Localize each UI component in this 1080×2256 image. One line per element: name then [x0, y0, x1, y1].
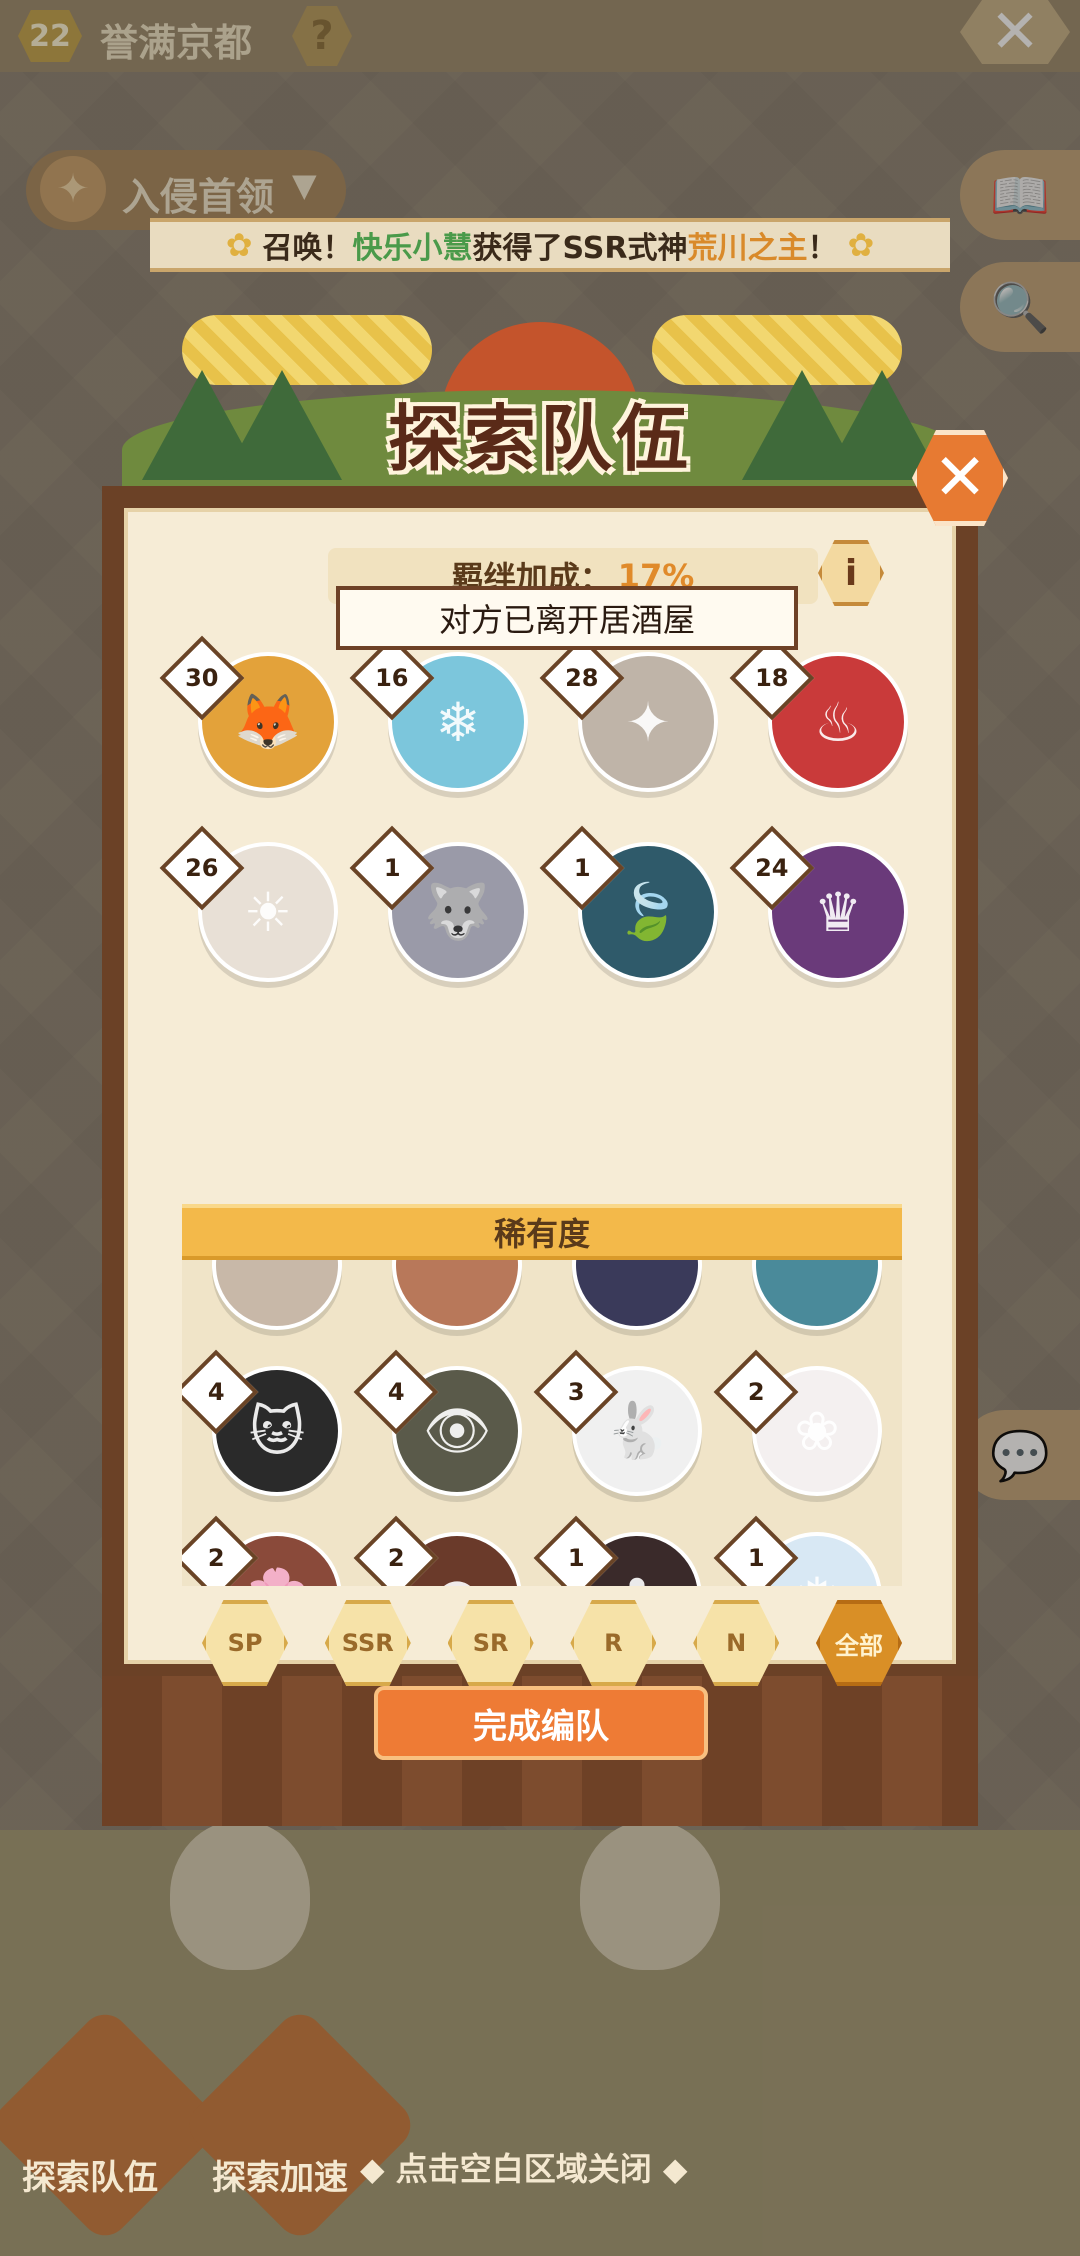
- team-shikigami-card[interactable]: ☀ 26: [159, 825, 358, 992]
- level-value: 1: [383, 853, 401, 882]
- team-shikigami-card[interactable]: 🐺 1: [349, 825, 548, 992]
- filter-sr-button[interactable]: SR: [447, 1600, 534, 1686]
- marquee-shikigami: 荒川之主: [687, 231, 808, 266]
- level-value: 16: [375, 664, 409, 692]
- marquee-middle: 获得了SSR式神: [472, 231, 688, 266]
- shikigami-portrait: [752, 1260, 882, 1330]
- filter-r-button[interactable]: R: [570, 1600, 657, 1686]
- team-shikigami-card[interactable]: ❄ 16: [349, 635, 548, 802]
- team-shikigami-card[interactable]: 🦊 30: [159, 635, 358, 802]
- cloud-decoration: [652, 315, 902, 385]
- scene-ground: [0, 1830, 1080, 2256]
- level-value: 2: [207, 1543, 225, 1572]
- level-value: 18: [755, 664, 789, 692]
- inventory-shikigami-card[interactable]: [542, 1260, 722, 1330]
- chevron-down-icon: ▼: [292, 166, 317, 204]
- close-hint[interactable]: ◆ 点击空白区域关闭 ◆: [360, 2144, 688, 2190]
- book-icon[interactable]: 📖: [960, 150, 1080, 240]
- inventory-shikigami-card[interactable]: [362, 1260, 542, 1330]
- team-shikigami-card[interactable]: ✦ 28: [539, 635, 738, 802]
- demon-icon: ✦: [40, 156, 106, 222]
- inventory-shikigami-card[interactable]: ❅1: [713, 1515, 902, 1586]
- cloud-decoration: [182, 315, 432, 385]
- level-value: 4: [207, 1377, 225, 1406]
- inventory-shikigami-card[interactable]: ✿1: [533, 1515, 722, 1586]
- daruma-icon: [170, 1820, 310, 1970]
- level-value: 28: [565, 664, 599, 692]
- search-icon[interactable]: 🔍: [960, 262, 1080, 352]
- inventory-shikigami-card[interactable]: ●2: [353, 1515, 542, 1586]
- level-badge: 22: [18, 10, 82, 62]
- team-shikigami-card[interactable]: ♛ 24: [729, 825, 928, 992]
- flower-icon: ✿: [225, 226, 253, 264]
- inventory-shikigami-card[interactable]: [722, 1260, 902, 1330]
- filter-sp-button[interactable]: SP: [202, 1600, 288, 1686]
- panel-content: 羁绊加成： 17% i 对方已离开居酒屋 🦊 30 ❄ 16 ✦ 28 ♨ 18 ☀ 26 🐺 1 🍃 1…: [124, 508, 956, 1686]
- shikigami-portrait: [392, 1260, 522, 1330]
- marquee-prefix: 召唤！: [262, 231, 353, 266]
- invade-label: 入侵首领: [122, 175, 275, 219]
- level-value: 1: [573, 853, 591, 882]
- level-value: 24: [755, 854, 789, 882]
- finish-team-button[interactable]: 完成编队: [374, 1686, 708, 1760]
- shikigami-inventory[interactable]: 🐱4👁4🐇3❀2🌸2●2✿1❅1☠1♦1◆1✓♠1: [182, 1260, 902, 1586]
- marquee-player: 快乐小慧: [352, 231, 473, 266]
- team-shikigami-card[interactable]: ♨ 18: [729, 635, 928, 802]
- shikigami-portrait: [572, 1260, 702, 1330]
- inventory-grid: 🐱4👁4🐇3❀2🌸2●2✿1❅1☠1♦1◆1✓♠1: [182, 1260, 902, 1586]
- level-value: 26: [185, 854, 219, 882]
- explore-speed-label: 探索加速: [212, 2158, 348, 2198]
- modal-title: 探索队伍: [387, 397, 692, 481]
- level-value: 3: [567, 1377, 585, 1406]
- level-value: 4: [387, 1377, 405, 1406]
- inventory-shikigami-card[interactable]: ❀ 2: [713, 1349, 902, 1496]
- level-value: 2: [387, 1543, 405, 1572]
- level-value: 1: [567, 1543, 585, 1572]
- announcement-marquee: ✿ 召唤！ 快乐小慧 获得了SSR式神 荒川之主 ！ ✿: [150, 218, 950, 272]
- level-value: 30: [185, 664, 219, 692]
- explore-team-modal: 探索队伍 ✕ 羁绊加成： 17% i 对方已离开居酒屋 🦊 30 ❄ 16 ✦ 28 ♨ 18…: [102, 300, 1008, 1826]
- inventory-shikigami-card[interactable]: 🐱 4: [182, 1349, 362, 1496]
- rarity-header: 稀有度: [182, 1204, 902, 1260]
- top-bar: 22 誉满京都 ? ✕: [0, 0, 1080, 72]
- team-grid: 🦊 30 ❄ 16 ✦ 28 ♨ 18 ☀ 26 🐺 1 🍃 1 ♛ 24: [159, 635, 928, 992]
- filter-ssr-button[interactable]: SSR: [324, 1600, 411, 1686]
- modal-header: 探索队伍: [122, 300, 958, 510]
- team-shikigami-card[interactable]: 🍃 1: [539, 825, 738, 992]
- flower-icon: ✿: [847, 226, 875, 264]
- help-icon[interactable]: ?: [292, 6, 352, 66]
- filter-n-button[interactable]: N: [693, 1600, 780, 1686]
- inventory-shikigami-card[interactable]: 🌸2: [182, 1515, 362, 1586]
- info-icon[interactable]: i: [818, 540, 884, 606]
- region-title: 誉满京都: [100, 21, 253, 65]
- inventory-shikigami-card[interactable]: 👁 4: [353, 1349, 542, 1496]
- daruma-icon: [580, 1820, 720, 1970]
- explore-team-label: 探索队伍: [22, 2158, 158, 2198]
- chat-icon[interactable]: 💬: [960, 1410, 1080, 1500]
- rarity-filter-row: SP SSR SR R N 全部: [202, 1600, 902, 1690]
- filter-全部-button[interactable]: 全部: [815, 1600, 902, 1686]
- status-toast: 对方已离开居酒屋: [336, 586, 798, 650]
- level-value: 1: [747, 1543, 765, 1572]
- inventory-shikigami-card[interactable]: 🐇 3: [533, 1349, 722, 1496]
- level-value: 2: [747, 1377, 765, 1406]
- shikigami-portrait: [212, 1260, 342, 1330]
- close-icon[interactable]: ✕: [960, 0, 1070, 64]
- marquee-suffix: ！: [807, 231, 838, 266]
- inventory-shikigami-card[interactable]: [182, 1260, 362, 1330]
- modal-panel: 羁绊加成： 17% i 对方已离开居酒屋 🦊 30 ❄ 16 ✦ 28 ♨ 18 ☀ 26 🐺 1 🍃 1…: [102, 486, 978, 1826]
